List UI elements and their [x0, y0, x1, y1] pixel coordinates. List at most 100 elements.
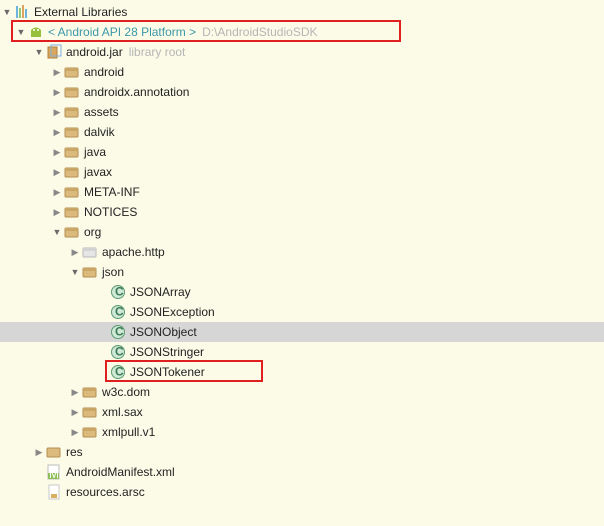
- tree-node-arsc[interactable]: resources.arsc: [0, 482, 604, 502]
- tree-node-package[interactable]: ▶ assets: [0, 102, 604, 122]
- tree-node-class[interactable]: C JSONArray: [0, 282, 604, 302]
- expand-toggle[interactable]: ▶: [52, 187, 62, 198]
- platform-path: D:\AndroidStudioSDK: [202, 25, 317, 39]
- tree-node-package[interactable]: ▶ xmlpull.v1: [0, 422, 604, 442]
- expand-toggle[interactable]: ▼: [52, 227, 62, 237]
- node-label: NOTICES: [84, 205, 137, 219]
- package-icon: [64, 124, 80, 140]
- tree-node-package[interactable]: ▶ android: [0, 62, 604, 82]
- class-icon: C: [110, 364, 126, 380]
- expand-toggle[interactable]: ▶: [70, 247, 80, 258]
- package-icon: [82, 384, 98, 400]
- platform-label: < Android API 28 Platform >: [48, 25, 196, 39]
- expand-toggle[interactable]: ▶: [52, 67, 62, 78]
- svg-text:MF: MF: [49, 467, 62, 480]
- tree-node-class[interactable]: C JSONTokener: [0, 362, 604, 382]
- node-label: JSONStringer: [130, 345, 204, 359]
- expand-toggle[interactable]: ▼: [2, 7, 12, 17]
- package-icon: [64, 204, 80, 220]
- jar-note: library root: [129, 45, 186, 59]
- tree-node-package[interactable]: ▶ w3c.dom: [0, 382, 604, 402]
- tree-node-package[interactable]: ▶ META-INF: [0, 182, 604, 202]
- tree-node-res[interactable]: ▶ res: [0, 442, 604, 462]
- svg-text:C: C: [115, 325, 124, 339]
- node-label: android: [84, 65, 124, 79]
- svg-text:C: C: [115, 345, 124, 359]
- package-icon: [64, 104, 80, 120]
- node-label: JSONArray: [130, 285, 191, 299]
- tree-node-manifest[interactable]: MF AndroidManifest.xml: [0, 462, 604, 482]
- node-label: xml.sax: [102, 405, 143, 419]
- node-label: AndroidManifest.xml: [66, 465, 175, 479]
- expand-toggle[interactable]: ▶: [52, 127, 62, 138]
- tree-node-android-platform[interactable]: ▼ < Android API 28 Platform > D:\Android…: [0, 22, 604, 42]
- file-icon: [46, 484, 62, 500]
- tree-node-package[interactable]: ▶ java: [0, 142, 604, 162]
- expand-toggle[interactable]: ▶: [52, 87, 62, 98]
- node-label: w3c.dom: [102, 385, 150, 399]
- android-icon: [28, 24, 44, 40]
- jar-root-icon: [46, 44, 62, 60]
- package-icon: [64, 144, 80, 160]
- class-icon: C: [110, 344, 126, 360]
- node-label: xmlpull.v1: [102, 425, 155, 439]
- expand-toggle[interactable]: ▶: [70, 407, 80, 418]
- tree-node-package[interactable]: ▶ NOTICES: [0, 202, 604, 222]
- package-icon: [82, 424, 98, 440]
- svg-text:C: C: [115, 285, 124, 299]
- tree-node-package[interactable]: ▶ androidx.annotation: [0, 82, 604, 102]
- tree-node-class[interactable]: CJSONException: [0, 302, 604, 322]
- tree-node-json[interactable]: ▼ json: [0, 262, 604, 282]
- package-icon: [64, 184, 80, 200]
- tree-node-class[interactable]: C JSONObject: [0, 322, 604, 342]
- node-label: org: [84, 225, 101, 239]
- package-icon: [82, 404, 98, 420]
- class-icon: C: [110, 284, 126, 300]
- libraries-icon: [14, 4, 30, 20]
- project-tree[interactable]: ▼ External Libraries ▼ < Android API 28 …: [0, 0, 604, 502]
- node-label: androidx.annotation: [84, 85, 189, 99]
- expand-toggle[interactable]: ▶: [52, 147, 62, 158]
- tree-node-org[interactable]: ▼ org: [0, 222, 604, 242]
- expand-toggle[interactable]: ▶: [70, 387, 80, 398]
- expand-toggle[interactable]: ▶: [52, 107, 62, 118]
- node-label: External Libraries: [34, 5, 127, 19]
- node-label: json: [102, 265, 124, 279]
- expand-toggle[interactable]: ▼: [16, 27, 26, 37]
- node-label: assets: [84, 105, 119, 119]
- node-label: META-INF: [84, 185, 140, 199]
- expand-toggle[interactable]: ▶: [52, 167, 62, 178]
- tree-node-package[interactable]: ▶ dalvik: [0, 122, 604, 142]
- class-icon: C: [110, 304, 126, 320]
- class-icon: C: [110, 324, 126, 340]
- tree-node-package[interactable]: ▶ xml.sax: [0, 402, 604, 422]
- node-label: dalvik: [84, 125, 115, 139]
- expand-toggle[interactable]: ▶: [70, 427, 80, 438]
- package-icon: [82, 264, 98, 280]
- node-label: res: [66, 445, 83, 459]
- tree-node-apache-http[interactable]: ▶ apache.http: [0, 242, 604, 262]
- tree-node-class[interactable]: C JSONStringer: [0, 342, 604, 362]
- jar-name: android.jar: [66, 45, 123, 59]
- node-label: JSONObject: [130, 325, 197, 339]
- expand-toggle[interactable]: ▶: [34, 447, 44, 458]
- tree-node-package[interactable]: ▶ javax: [0, 162, 604, 182]
- manifest-icon: MF: [46, 464, 62, 480]
- package-icon: [64, 164, 80, 180]
- tree-node-android-jar[interactable]: ▼ android.jar library root: [0, 42, 604, 62]
- expand-toggle[interactable]: ▼: [70, 267, 80, 277]
- package-icon: [64, 64, 80, 80]
- package-icon: [64, 84, 80, 100]
- node-label: resources.arsc: [66, 485, 145, 499]
- node-label: JSONTokener: [130, 365, 205, 379]
- tree-node-external-libraries[interactable]: ▼ External Libraries: [0, 2, 604, 22]
- expand-toggle[interactable]: ▼: [34, 47, 44, 57]
- folder-icon: [46, 444, 62, 460]
- node-label: javax: [84, 165, 112, 179]
- node-label: java: [84, 145, 106, 159]
- expand-toggle[interactable]: ▶: [52, 207, 62, 218]
- svg-text:C: C: [115, 305, 124, 319]
- package-icon: [64, 224, 80, 240]
- svg-text:C: C: [115, 365, 124, 379]
- node-label: apache.http: [102, 245, 165, 259]
